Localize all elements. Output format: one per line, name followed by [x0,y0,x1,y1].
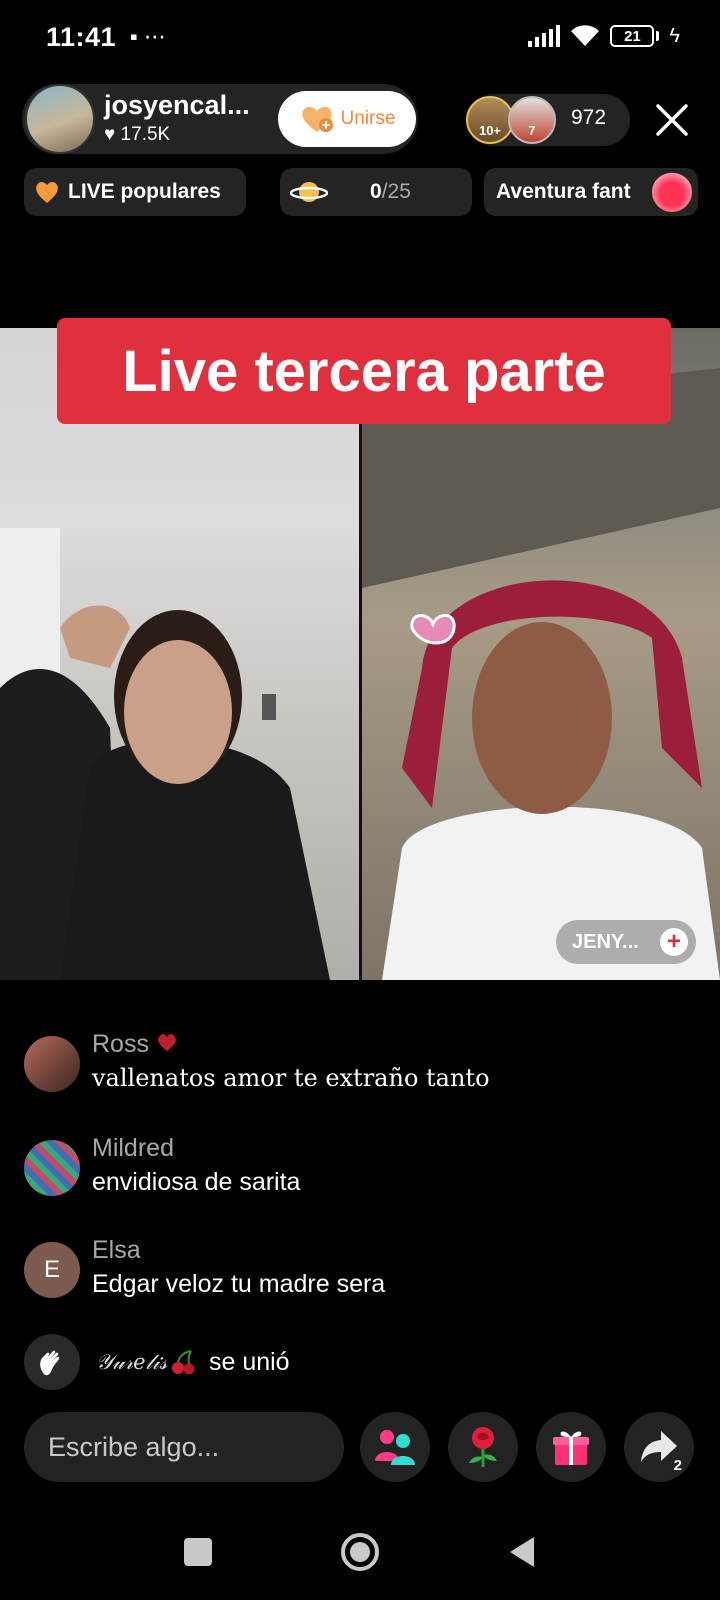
host-video-feed[interactable] [0,328,359,980]
comment-text: envidiosa de sarita [92,1168,301,1196]
comment-item[interactable]: E Elsa Edgar veloz tu madre sera [24,1236,704,1306]
guests-button[interactable] [360,1412,430,1482]
viewer-list[interactable]: 10+ 7 972 [466,94,630,146]
popular-live-pill[interactable]: LIVE populares [24,168,246,216]
guests-icon [375,1430,415,1465]
popular-live-label: LIVE populares [68,180,221,203]
notification-icons: ▪ ⋯ [130,24,166,49]
host-info[interactable]: josyencal... ♥ 17.5K Unirse [22,84,418,154]
goal-total: /25 [381,180,411,203]
commenter-name[interactable]: Ross [92,1030,178,1059]
joined-user-name[interactable]: 𝒴𝓊𝓇𝑒𝓁𝒾𝓈 [96,1350,167,1375]
goal-current: 0 [370,180,382,203]
commenter-avatar[interactable] [24,1140,80,1196]
join-label: Unirse [340,108,396,129]
commenter-name-text: Ross [92,1030,149,1058]
join-message: se unió [208,1347,290,1376]
follow-guest-icon[interactable]: + [660,928,688,956]
battery-level: 21 [624,27,641,45]
share-count: 2 [673,1457,682,1474]
nav-home-icon [341,1533,379,1571]
live-video[interactable] [0,328,720,980]
nav-back-button[interactable] [500,1530,544,1574]
guest-video-feed[interactable] [362,328,720,980]
close-icon[interactable] [650,98,694,142]
guest-video-image [362,368,720,980]
top-viewer-avatar[interactable]: 7 [508,96,556,144]
rose-gift-button[interactable] [448,1412,518,1482]
charging-icon: ϟ [669,24,680,47]
cherry-icon [171,1350,195,1375]
heart-plus-icon [301,106,333,132]
viewer-badge: 10+ [478,123,502,138]
heart-icon [158,1034,176,1051]
top-viewer-avatar[interactable]: 10+ [466,96,514,144]
nav-recents-icon [184,1538,212,1566]
share-button[interactable]: 2 [624,1412,694,1482]
status-icons: 21 ϟ [528,24,680,48]
host-video-image [0,528,330,980]
battery-tip [656,31,660,41]
wave-hand-icon [24,1334,80,1390]
gift-button[interactable] [536,1412,606,1482]
status-bar: 11:41 ▪ ⋯ 21 ϟ [0,0,720,78]
nav-recents-button[interactable] [176,1530,220,1574]
commenter-avatar[interactable] [24,1036,80,1092]
guest-name: JENY... [572,930,639,953]
nav-back-icon [510,1537,534,1567]
host-likes: ♥ 17.5K [104,124,171,145]
viewer-count[interactable]: 972 [571,106,606,130]
comment-input[interactable]: Escribe algo... [24,1412,344,1482]
viewer-badge: 7 [528,123,536,138]
join-button[interactable]: Unirse [278,91,416,147]
adventure-label: Aventura fant [496,180,631,203]
stream-title-banner: Live tercera parte [57,318,671,424]
join-notice: 𝒴𝓊𝓇𝑒𝓁𝒾𝓈 se unió [24,1334,290,1390]
nav-home-button[interactable] [338,1530,382,1574]
host-avatar[interactable] [25,84,95,154]
comment-text: vallenatos amor te extraño tanto [92,1064,490,1092]
comment-text: Edgar veloz tu madre sera [92,1270,386,1298]
rose-icon [469,1427,497,1467]
goal-progress[interactable]: 0/25 [280,168,472,216]
comment-item[interactable]: Ross vallenatos amor te extraño tanto [24,1030,704,1100]
signal-icon [528,25,561,47]
goal-value: 0/25 [370,180,411,204]
gift-icon [553,1431,589,1465]
comment-item[interactable]: Mildred envidiosa de sarita [24,1134,704,1204]
commenter-name[interactable]: Mildred [92,1134,174,1163]
status-time: 11:41 [46,22,117,52]
host-name[interactable]: josyencal... [104,90,250,121]
battery-icon: 21 [610,25,655,47]
heart-badge-icon [652,172,692,212]
adventure-pill[interactable]: Aventura fant [484,168,698,216]
commenter-avatar[interactable]: E [24,1242,80,1298]
guest-name-tag[interactable]: JENY... + [556,920,696,964]
wifi-icon [571,25,600,46]
commenter-name[interactable]: Elsa [92,1236,141,1265]
planet-icon [290,182,328,202]
broken-heart-icon [36,182,58,203]
